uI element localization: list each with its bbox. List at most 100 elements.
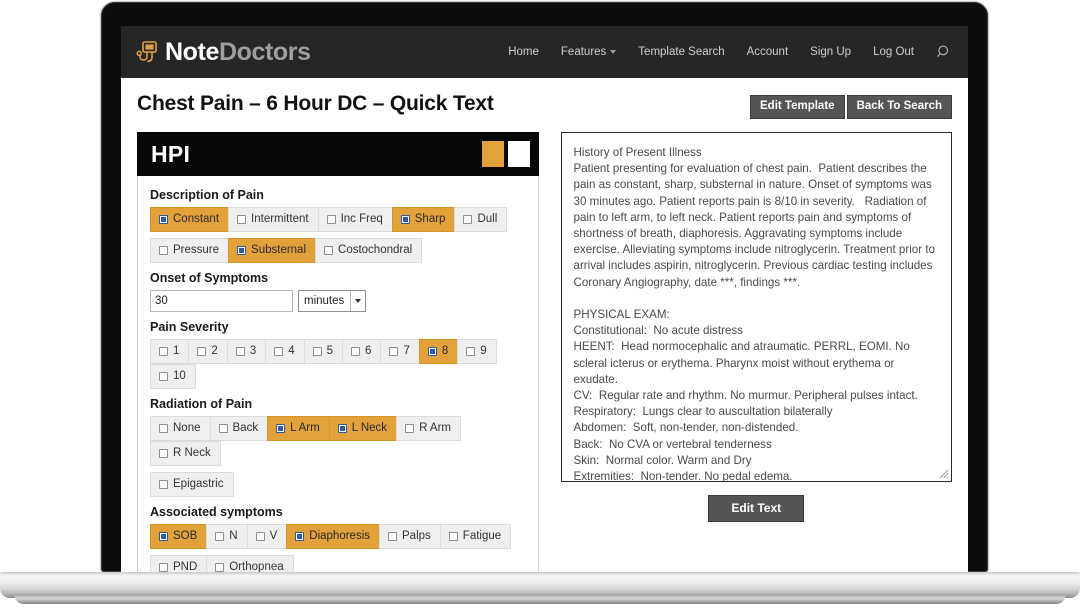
- nav-item-template-search[interactable]: Template Search: [638, 46, 724, 58]
- checkbox-option-orthopnea[interactable]: Orthopnea: [206, 555, 294, 572]
- checkbox-unchecked-icon: [326, 215, 336, 224]
- checkbox-unchecked-icon: [405, 424, 415, 433]
- nav-item-home[interactable]: Home: [508, 46, 539, 58]
- checkbox-option-8[interactable]: 8: [418, 339, 459, 364]
- option-label: Back: [232, 422, 259, 434]
- checkbox-unchecked-icon: [159, 246, 168, 255]
- resize-handle-icon[interactable]: [936, 466, 949, 479]
- content-columns: HPI Description of Pain Constant Intermit…: [137, 132, 952, 572]
- checkbox-option-inc-freq[interactable]: Inc Freq: [317, 207, 393, 232]
- checkbox-option-none[interactable]: None: [150, 416, 211, 441]
- nav-item-account[interactable]: Account: [747, 46, 789, 58]
- option-row: Constant Intermittent Inc Freq Sharp Dull: [150, 207, 526, 232]
- nav-item-log-out[interactable]: Log Out: [873, 46, 914, 58]
- option-label: Dull: [477, 213, 498, 225]
- checkbox-option-dull[interactable]: Dull: [454, 207, 508, 232]
- option-label: Orthopnea: [229, 561, 284, 572]
- nav-label: Account: [746, 46, 789, 58]
- checkbox-option-5[interactable]: 5: [303, 339, 344, 364]
- option-label: 1: [173, 345, 180, 357]
- checkbox-option-4[interactable]: 4: [265, 339, 305, 364]
- hpi-toggle-on[interactable]: [481, 141, 504, 167]
- checkbox-option-3[interactable]: 3: [226, 339, 267, 364]
- checkbox-unchecked-icon: [274, 347, 284, 356]
- nav-item-sign-up[interactable]: Sign Up: [810, 46, 851, 58]
- chevron-down-icon: [610, 50, 617, 54]
- checkbox-option-6[interactable]: 6: [342, 339, 382, 364]
- hpi-toggle-off[interactable]: [507, 141, 530, 167]
- option-label: Pressure: [173, 244, 220, 256]
- hpi-panel-title: HPI: [151, 140, 191, 167]
- option-label: Epigastric: [173, 478, 224, 490]
- option-label: 10: [173, 370, 186, 382]
- checkbox-unchecked-icon: [351, 347, 361, 356]
- checkbox-option-v[interactable]: V: [246, 524, 288, 549]
- checkbox-option-9[interactable]: 9: [457, 339, 497, 364]
- option-group-radiation-of-pain: None Back L Arm L Neck R Arm R Neck Epigastric: [150, 416, 526, 497]
- checkbox-option-costochondral[interactable]: Costochondral: [315, 238, 423, 263]
- checkbox-option-substernal[interactable]: Substernal: [228, 238, 317, 263]
- checkbox-option-pressure[interactable]: Pressure: [150, 238, 230, 263]
- checkbox-option-l-arm[interactable]: L Arm: [267, 416, 330, 441]
- checkbox-option-fatigue[interactable]: Fatigue: [439, 524, 512, 549]
- option-label: 3: [249, 345, 257, 357]
- checkbox-option-1[interactable]: 1: [150, 339, 190, 364]
- onset-unit-select[interactable]: minutes: [298, 290, 367, 312]
- option-label: Diaphoresis: [309, 530, 371, 542]
- checkbox-unchecked-icon: [255, 532, 265, 541]
- edit-text-button[interactable]: Edit Text: [708, 495, 805, 522]
- option-label: 7: [403, 345, 410, 357]
- nav-item-features[interactable]: Features: [561, 46, 617, 58]
- option-label: 9: [480, 345, 487, 357]
- hpi-form-body: Description of Pain Constant Intermittent…: [137, 176, 539, 572]
- checkbox-option-n[interactable]: N: [206, 524, 248, 549]
- brand-name-bold: Note: [165, 37, 219, 66]
- checkbox-unchecked-icon: [159, 480, 168, 489]
- checkbox-option-intermittent[interactable]: Intermittent: [228, 207, 319, 232]
- brand-wordmark: NoteDoctors: [165, 38, 311, 67]
- checkbox-option-r-arm[interactable]: R Arm: [396, 416, 462, 441]
- checkbox-unchecked-icon: [197, 347, 207, 356]
- checkbox-option-sharp[interactable]: Sharp: [391, 207, 456, 232]
- hpi-panel-header: HPI: [137, 132, 539, 176]
- checkbox-option-palps[interactable]: Palps: [379, 524, 441, 549]
- nav-label: Home: [508, 46, 539, 58]
- onset-value-input[interactable]: [150, 290, 293, 312]
- checkbox-option-pnd[interactable]: PND: [150, 555, 208, 572]
- checkbox-unchecked-icon: [218, 424, 228, 433]
- checkbox-option-diaphoresis[interactable]: Diaphoresis: [286, 524, 381, 549]
- option-label: Palps: [402, 530, 431, 542]
- note-textarea[interactable]: History of Present Illness Patient prese…: [560, 132, 952, 482]
- note-text-content: History of Present Illness Patient prese…: [573, 146, 936, 482]
- checkbox-unchecked-icon: [466, 347, 476, 356]
- option-group-associated-symptoms: SOB N V Diaphoresis Palps Fatigue PND Orthopnea: [150, 524, 526, 572]
- checkbox-unchecked-icon: [235, 347, 245, 356]
- checkbox-option-l-neck[interactable]: L Neck: [328, 416, 398, 441]
- checkbox-checked-icon: [337, 424, 347, 433]
- search-icon[interactable]: [936, 44, 952, 60]
- brand-logo-link[interactable]: NoteDoctors: [135, 38, 311, 67]
- checkbox-option-back[interactable]: Back: [209, 416, 269, 441]
- laptop-mockup: NoteDoctors Home Features Template Searc…: [0, 0, 1080, 612]
- group-label-radiation-of-pain: Radiation of Pain: [150, 397, 253, 411]
- checkbox-option-10[interactable]: 10: [150, 364, 196, 389]
- option-label: 5: [326, 345, 334, 357]
- back-to-search-button[interactable]: Back To Search: [846, 95, 952, 119]
- option-label: SOB: [173, 530, 198, 542]
- checkbox-option-epigastric[interactable]: Epigastric: [150, 472, 234, 497]
- checkbox-option-sob[interactable]: SOB: [150, 524, 208, 549]
- checkbox-checked-icon: [237, 246, 247, 255]
- option-row: Epigastric: [150, 472, 526, 497]
- checkbox-option-constant[interactable]: Constant: [150, 207, 230, 232]
- checkbox-unchecked-icon: [159, 347, 168, 356]
- checkbox-option-2[interactable]: 2: [188, 339, 228, 364]
- option-label: Intermittent: [251, 213, 309, 225]
- checkbox-checked-icon: [159, 215, 168, 224]
- checkbox-option-r-neck[interactable]: R Neck: [150, 441, 221, 466]
- checkbox-option-7[interactable]: 7: [380, 339, 420, 364]
- edit-template-button[interactable]: Edit Template: [750, 95, 845, 119]
- option-label: None: [173, 422, 201, 434]
- page-action-buttons: Edit Template Back To Search: [750, 95, 952, 119]
- brand-name-light: Doctors: [218, 37, 311, 66]
- checkbox-unchecked-icon: [215, 532, 225, 541]
